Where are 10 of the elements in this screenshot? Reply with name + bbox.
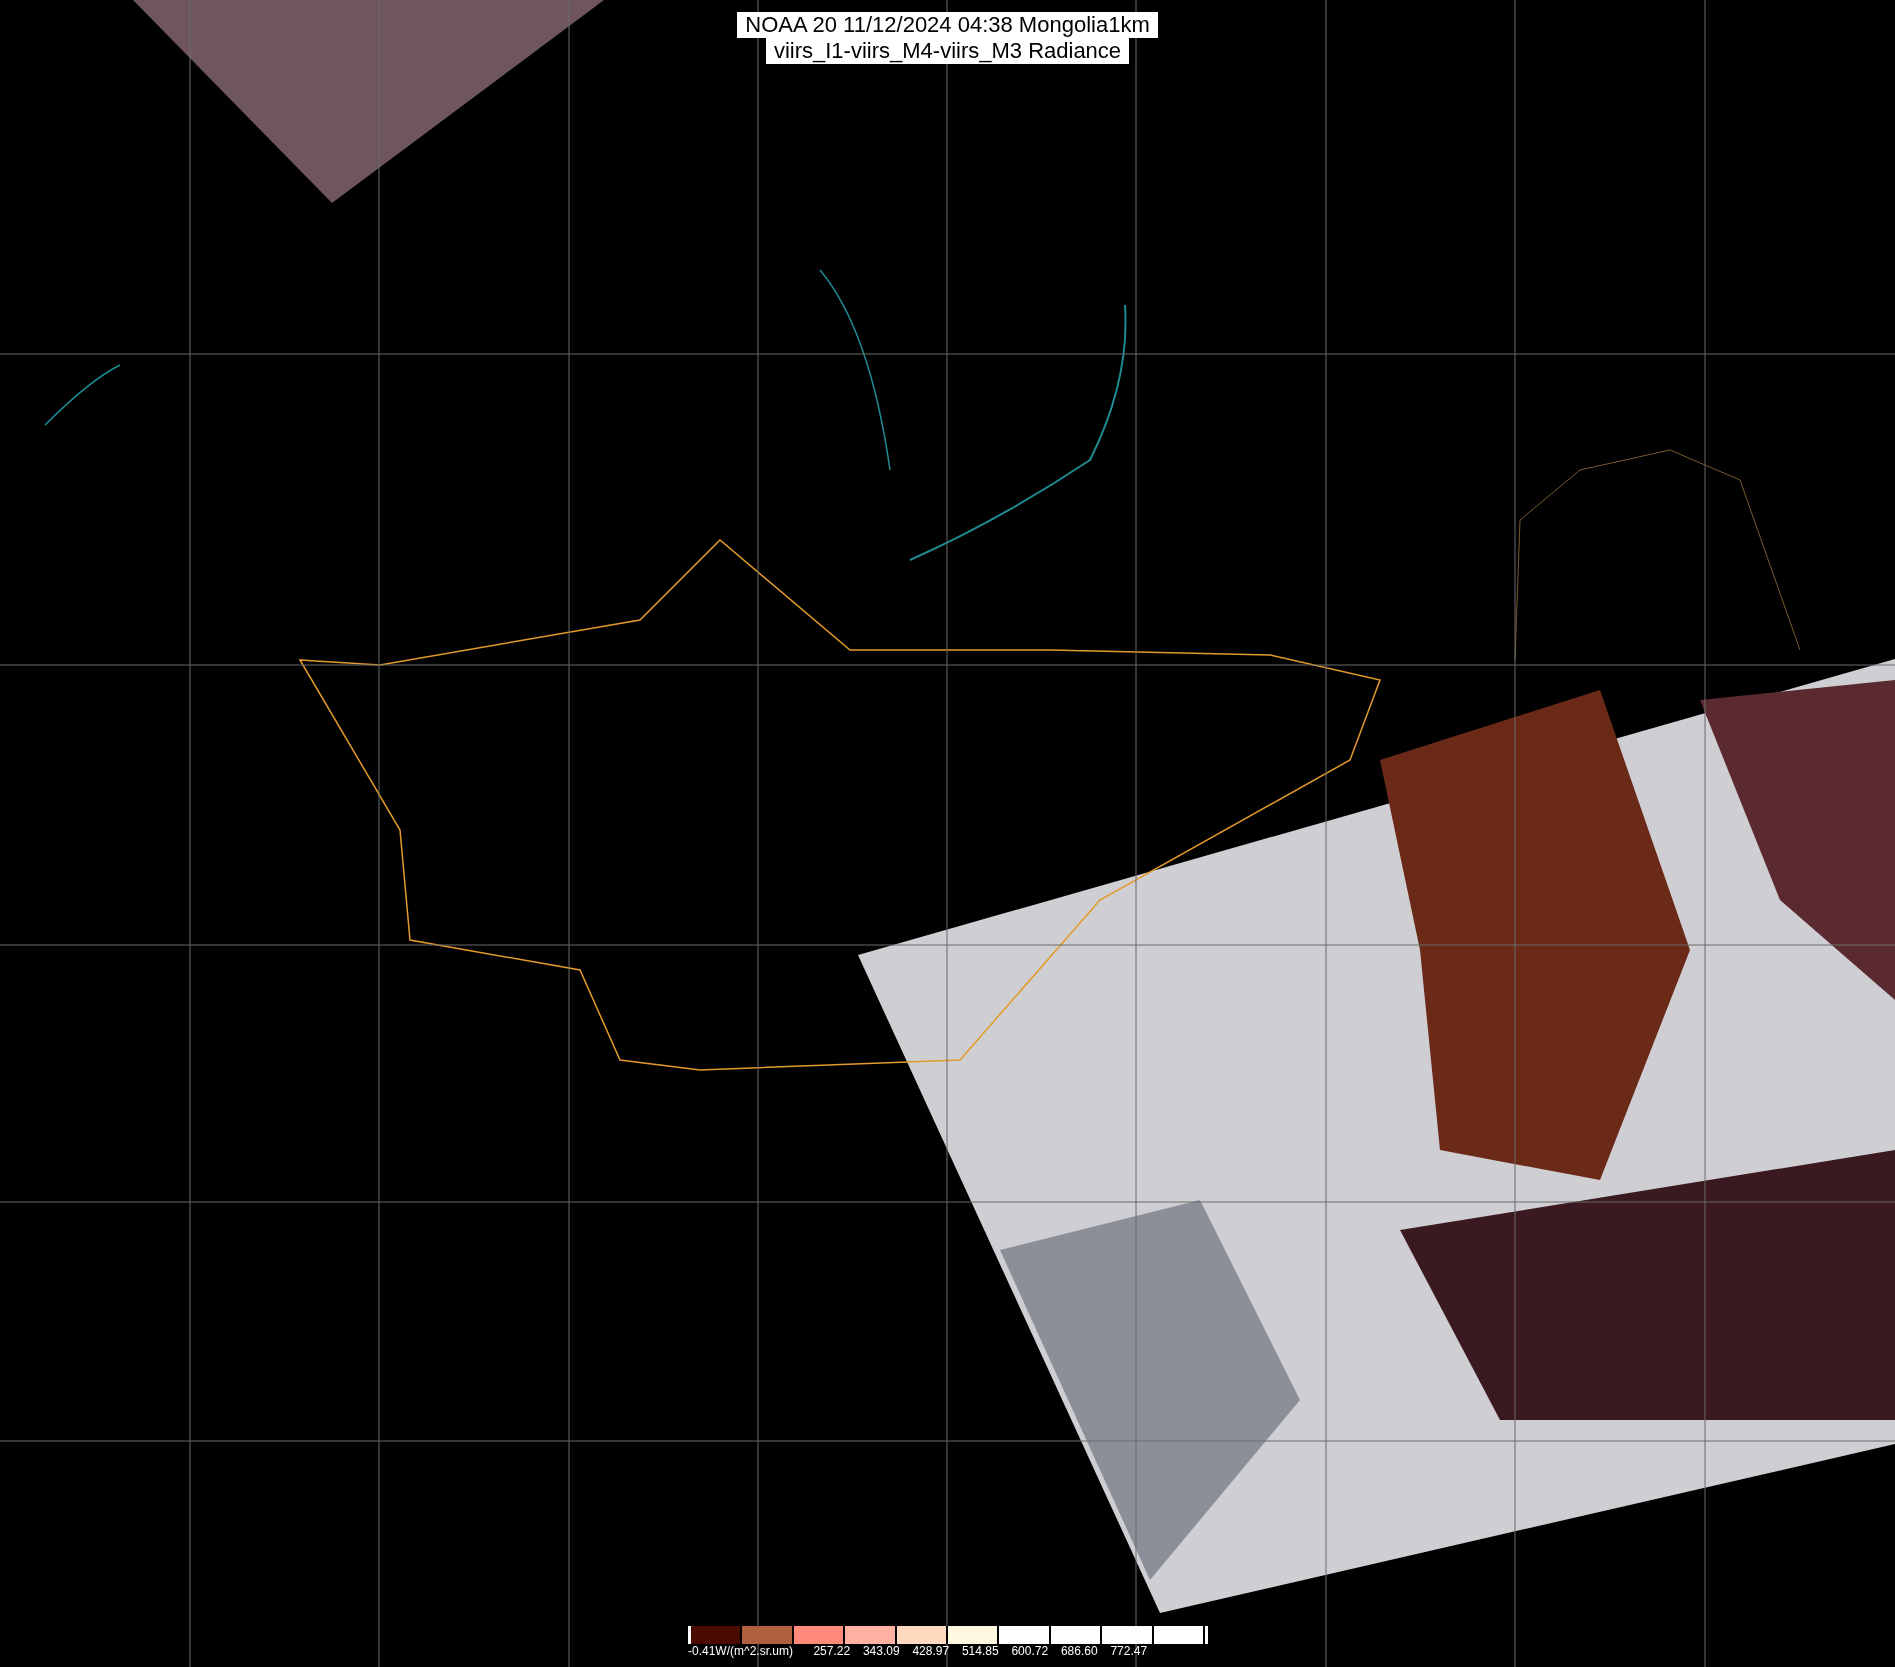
tick-label: 686.60: [1059, 1644, 1099, 1659]
tick-label: 514.85: [960, 1644, 1000, 1659]
tick-label: 343.09: [861, 1644, 901, 1659]
tick-label: 772.47: [1109, 1644, 1149, 1659]
map-title: viirs_I1-viirs_M4-viirs_M3 Radiance: [765, 38, 1130, 64]
map-title: NOAA 20 11/12/2024 04:38 Mongolia1km: [737, 12, 1158, 38]
tick-label: 257.22: [812, 1644, 852, 1659]
tick-label: 600.72: [1010, 1644, 1050, 1659]
tick-label: 428.97: [911, 1644, 951, 1659]
unit-label: -0.41W/(m^2.sr.um): [688, 1644, 793, 1659]
